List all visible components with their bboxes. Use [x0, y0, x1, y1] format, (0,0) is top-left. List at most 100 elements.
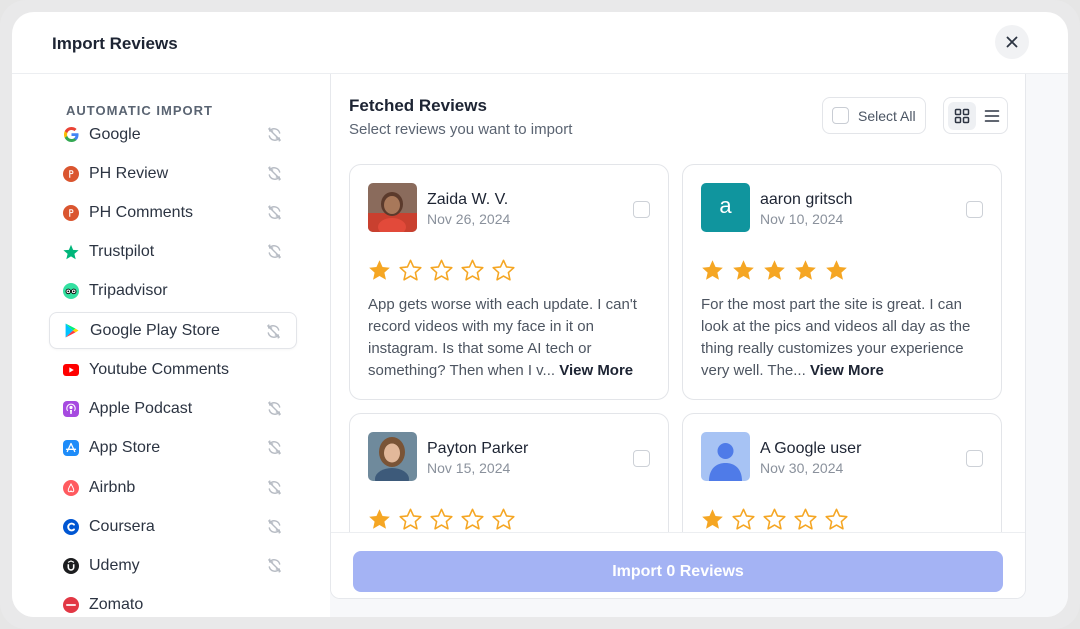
google-play-icon — [64, 323, 80, 339]
select-all-label: Select All — [858, 107, 916, 124]
reviewer-name: aaron gritsch — [760, 191, 853, 208]
sidebar-item-google[interactable]: Google — [49, 116, 297, 153]
star-filled-icon — [795, 260, 816, 280]
review-checkbox[interactable] — [966, 201, 983, 218]
sync-icon[interactable] — [266, 126, 283, 143]
sidebar-item-ph-comments[interactable]: PH Comments — [49, 194, 297, 231]
review-card[interactable]: Zaida W. V. Nov 26, 2024 App gets worse … — [349, 164, 669, 400]
select-all-button[interactable]: Select All — [822, 97, 926, 134]
sidebar-item-airbnb[interactable]: Airbnb — [49, 469, 297, 506]
window-frame: Import Reviews AUTOMATIC IMPORT Google P… — [0, 0, 1080, 629]
producthunt-icon — [63, 165, 79, 182]
sidebar-item-app-store[interactable]: App Store — [49, 429, 297, 466]
star-rating — [700, 258, 849, 283]
star-empty-icon — [492, 508, 515, 530]
fetched-reviews-title: Fetched Reviews — [349, 96, 487, 115]
sidebar-item-label: Youtube Comments — [89, 360, 229, 378]
sync-icon[interactable] — [266, 165, 283, 182]
star-empty-icon — [825, 508, 848, 530]
star-filled-icon — [826, 260, 847, 280]
sidebar-item-youtube-comments[interactable]: Youtube Comments — [49, 351, 297, 388]
sidebar-item-tripadvisor[interactable]: Tripadvisor — [49, 272, 297, 309]
panel-footer: Import 0 Reviews — [331, 532, 1025, 598]
reviewer-name: Payton Parker — [427, 440, 529, 457]
select-all-checkbox[interactable] — [832, 107, 849, 124]
sidebar-item-label: PH Review — [89, 164, 169, 182]
review-date: Nov 10, 2024 — [760, 211, 844, 227]
star-empty-icon — [430, 508, 453, 530]
fetched-reviews-panel: Fetched Reviews Select reviews you want … — [330, 74, 1026, 599]
view-more-link[interactable]: View More — [559, 362, 633, 379]
grid-view-button[interactable] — [948, 102, 976, 130]
sidebar-item-ph-review[interactable]: PH Review — [49, 155, 297, 192]
review-date: Nov 15, 2024 — [427, 460, 511, 476]
udemy-icon — [63, 557, 79, 574]
star-filled-icon — [369, 260, 390, 280]
star-rating — [367, 507, 516, 532]
star-filled-icon — [702, 509, 723, 529]
sync-icon[interactable] — [266, 557, 283, 574]
review-text: App gets worse with each update. I can't… — [368, 294, 656, 382]
sync-icon[interactable] — [265, 323, 282, 340]
list-icon — [984, 110, 1000, 122]
sync-icon[interactable] — [266, 400, 283, 417]
sidebar-item-apple-podcast[interactable]: Apple Podcast — [49, 390, 297, 427]
star-filled-icon — [369, 509, 390, 529]
sidebar-item-trustpilot[interactable]: Trustpilot — [49, 233, 297, 270]
sidebar-item-label: Coursera — [89, 517, 155, 535]
coursera-icon — [63, 518, 79, 535]
trustpilot-star-icon — [63, 244, 79, 260]
sync-icon[interactable] — [266, 204, 283, 221]
review-date: Nov 26, 2024 — [427, 211, 511, 227]
sync-icon[interactable] — [266, 479, 283, 496]
star-filled-icon — [733, 260, 754, 280]
fetched-reviews-subtitle: Select reviews you want to import — [349, 121, 573, 138]
reviewer-name: Zaida W. V. — [427, 191, 509, 208]
review-card[interactable]: a aaron gritsch Nov 10, 2024 For the mos… — [682, 164, 1002, 400]
star-filled-icon — [702, 260, 723, 280]
import-reviews-modal: Import Reviews AUTOMATIC IMPORT Google P… — [12, 12, 1068, 617]
sidebar-item-label: Zomato — [89, 595, 144, 613]
sidebar-item-label: Google Play Store — [90, 321, 220, 339]
view-mode-toggle — [943, 97, 1008, 134]
sidebar-item-label: App Store — [89, 438, 161, 456]
sync-icon[interactable] — [266, 518, 283, 535]
star-empty-icon — [732, 508, 755, 530]
reviewer-name: A Google user — [760, 440, 862, 457]
sync-icon[interactable] — [266, 439, 283, 456]
sidebar-item-label: PH Comments — [89, 203, 194, 221]
sync-icon[interactable] — [266, 243, 283, 260]
star-empty-icon — [399, 508, 422, 530]
star-empty-icon — [461, 259, 484, 281]
star-filled-icon — [764, 260, 785, 280]
avatar-letter: a — [719, 193, 732, 218]
import-reviews-button[interactable]: Import 0 Reviews — [353, 551, 1003, 592]
sidebar-item-udemy[interactable]: Udemy — [49, 547, 297, 584]
sidebar-item-label: Trustpilot — [89, 242, 155, 260]
airbnb-icon — [63, 479, 79, 496]
star-empty-icon — [763, 508, 786, 530]
sidebar-item-zomato[interactable]: Zomato — [49, 586, 297, 617]
avatar — [368, 432, 417, 481]
review-text: For the most part the site is great. I c… — [701, 294, 989, 382]
close-button[interactable] — [995, 25, 1029, 59]
grid-icon — [954, 108, 970, 124]
youtube-icon — [63, 362, 79, 378]
sidebar-item-label: Udemy — [89, 556, 140, 574]
star-empty-icon — [430, 259, 453, 281]
sidebar-item-label: Tripadvisor — [89, 281, 168, 299]
view-more-link[interactable]: View More — [810, 362, 884, 379]
tripadvisor-icon — [63, 282, 79, 299]
star-rating — [700, 507, 849, 532]
list-view-button[interactable] — [978, 102, 1006, 130]
app-store-icon — [63, 439, 79, 456]
sidebar-item-google-play-store[interactable]: Google Play Store — [49, 312, 297, 349]
avatar — [701, 432, 750, 481]
sidebar-item-label: Airbnb — [89, 478, 136, 496]
review-checkbox[interactable] — [633, 201, 650, 218]
review-date: Nov 30, 2024 — [760, 460, 844, 476]
review-checkbox[interactable] — [966, 450, 983, 467]
sidebar-item-coursera[interactable]: Coursera — [49, 508, 297, 545]
review-checkbox[interactable] — [633, 450, 650, 467]
sidebar-item-label: Apple Podcast — [89, 399, 193, 417]
